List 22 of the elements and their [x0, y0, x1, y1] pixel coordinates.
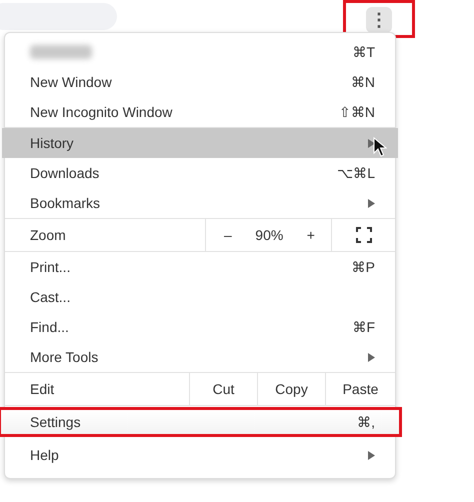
edit-action-button[interactable]: Paste: [326, 373, 395, 405]
fullscreen-icon: [356, 227, 372, 243]
menu-item[interactable]: ⌘T: [2, 37, 398, 67]
menu-item[interactable]: Settings ⌘,: [0, 407, 402, 437]
menu-item[interactable]: History: [2, 128, 398, 158]
menu-item[interactable]: Print... ⌘P: [2, 252, 398, 282]
menu-item[interactable]: Downloads ⌥⌘L: [2, 158, 398, 188]
edit-label: Edit: [5, 373, 190, 405]
menu-item[interactable]: Bookmarks: [2, 188, 398, 218]
menu-button[interactable]: ⋮: [366, 7, 392, 33]
menu-item[interactable]: Find... ⌘F: [2, 312, 398, 342]
menu-item[interactable]: New Incognito Window ⇧⌘N: [2, 97, 398, 127]
edit-action-button[interactable]: Copy: [258, 373, 326, 405]
zoom-out-button[interactable]: –: [220, 227, 236, 243]
zoom-in-button[interactable]: +: [302, 227, 319, 243]
zoom-level: 90%: [255, 227, 284, 243]
menu-item[interactable]: Help: [2, 440, 398, 470]
edit-action-button[interactable]: Cut: [190, 373, 258, 405]
menu-item[interactable]: Cast...: [2, 282, 398, 312]
menu-item[interactable]: New Window ⌘N: [2, 67, 398, 97]
zoom-label: Zoom: [5, 219, 206, 251]
menu-item[interactable]: More Tools: [2, 342, 398, 372]
